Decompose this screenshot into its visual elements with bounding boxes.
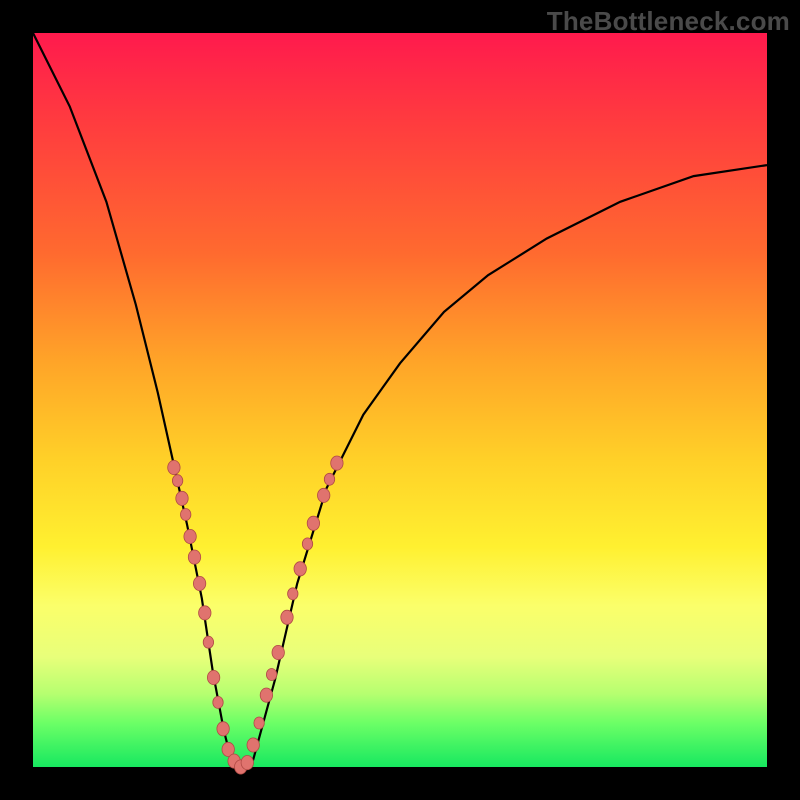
- data-marker: [281, 610, 293, 624]
- data-marker: [288, 588, 298, 600]
- data-marker: [181, 509, 191, 521]
- data-marker: [266, 669, 276, 681]
- data-marker: [176, 491, 188, 505]
- data-marker: [318, 488, 330, 502]
- data-marker: [199, 606, 211, 620]
- data-marker: [331, 456, 343, 470]
- data-marker: [213, 696, 223, 708]
- data-marker: [193, 576, 205, 590]
- chart-frame: TheBottleneck.com: [0, 0, 800, 800]
- data-marker: [188, 550, 200, 564]
- bottleneck-curve: [33, 33, 767, 767]
- marker-group: [168, 456, 343, 774]
- data-marker: [217, 722, 229, 736]
- data-marker: [172, 475, 182, 487]
- data-marker: [203, 636, 213, 648]
- data-marker: [207, 670, 219, 684]
- data-marker: [254, 717, 264, 729]
- data-marker: [302, 538, 312, 550]
- data-marker: [241, 756, 253, 770]
- data-marker: [260, 688, 272, 702]
- data-marker: [247, 738, 259, 752]
- chart-svg: [33, 33, 767, 767]
- plot-area: [33, 33, 767, 767]
- data-marker: [294, 562, 306, 576]
- data-marker: [307, 516, 319, 530]
- data-marker: [168, 460, 180, 474]
- data-marker: [324, 473, 334, 485]
- data-marker: [272, 645, 284, 659]
- data-marker: [184, 529, 196, 543]
